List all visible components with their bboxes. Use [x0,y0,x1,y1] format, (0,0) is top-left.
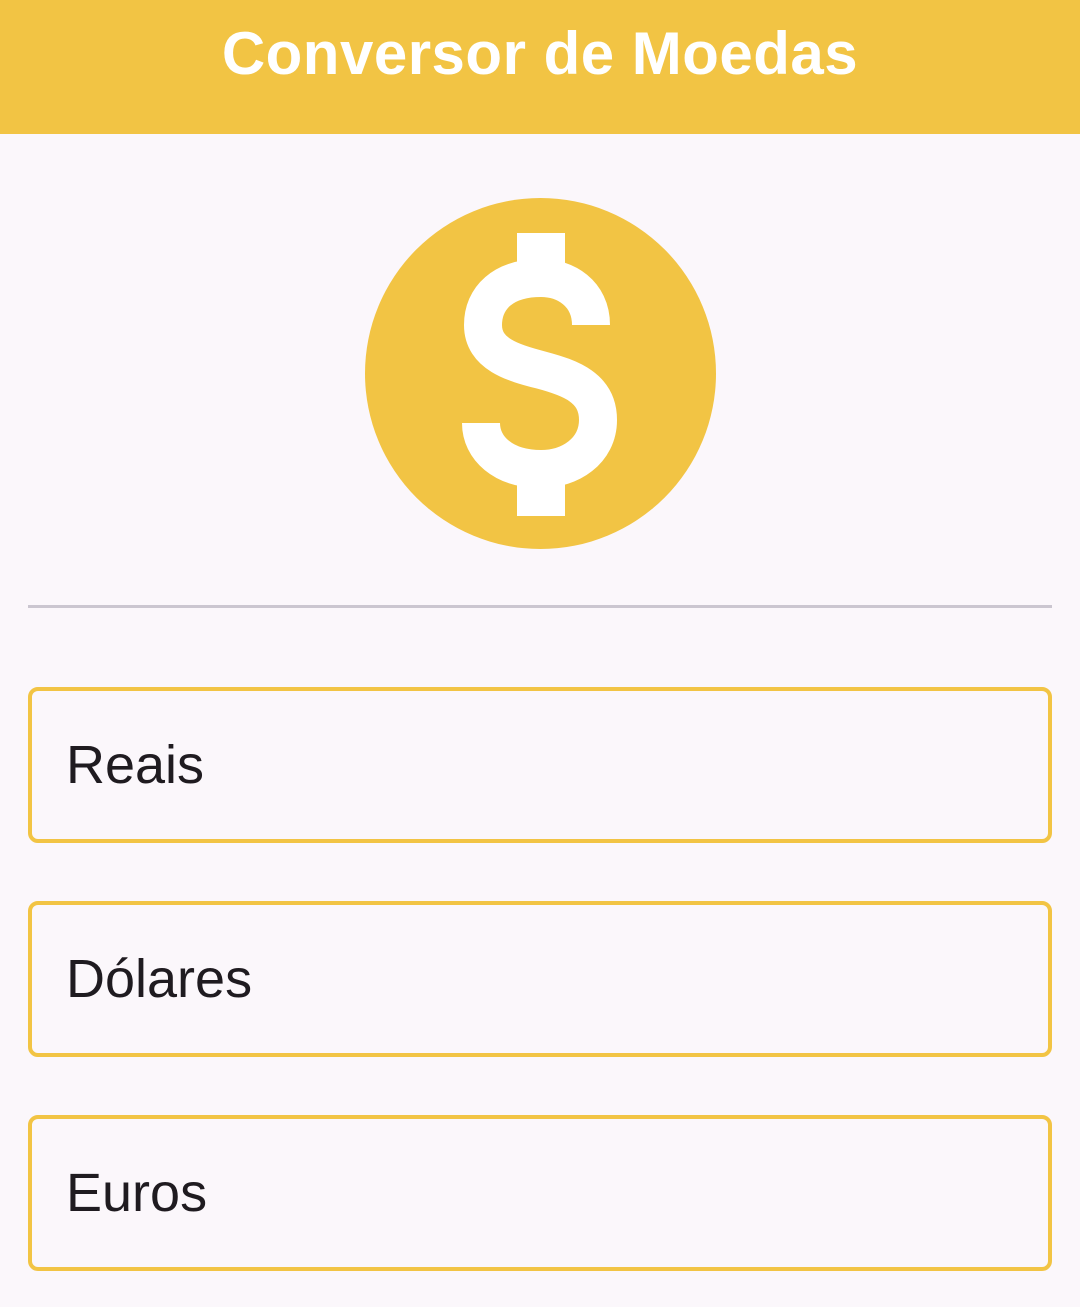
euros-input[interactable] [28,1115,1052,1271]
dolares-input[interactable] [28,901,1052,1057]
reais-input[interactable] [28,687,1052,843]
divider [28,605,1052,608]
dollar-coin-icon [365,198,716,549]
app-bar: Conversor de Moedas [0,0,1080,134]
app-title: Conversor de Moedas [221,19,859,87]
